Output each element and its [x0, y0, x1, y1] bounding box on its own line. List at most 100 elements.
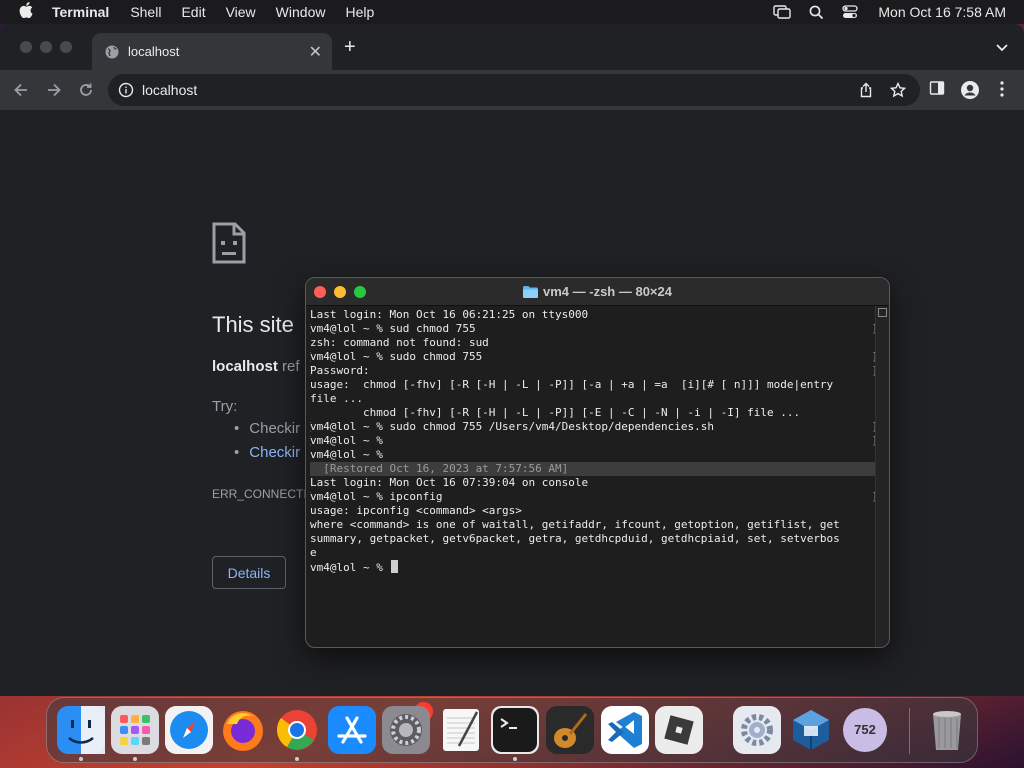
terminal-line: vm4@lol ~ % — [310, 448, 383, 461]
search-icon[interactable] — [809, 5, 824, 20]
terminal-line: Last login: Mon Oct 16 07:39:04 on conso… — [310, 476, 589, 489]
terminal-line: Last login: Mon Oct 16 06:21:25 on ttys0… — [310, 308, 589, 321]
vscode-icon[interactable] — [601, 706, 649, 754]
terminal-window-controls[interactable] — [314, 286, 366, 298]
terminal-line: vm4@lol ~ % ipconfig — [310, 490, 876, 504]
terminal-line: zsh: command not found: sud — [310, 336, 489, 349]
safari-icon[interactable] — [165, 706, 213, 754]
dock: 2 752 — [46, 697, 978, 763]
running-indicator — [295, 757, 299, 761]
system-settings-icon[interactable] — [382, 706, 430, 754]
menu-view[interactable]: View — [226, 4, 256, 20]
chrome-icon[interactable] — [273, 706, 321, 754]
terminal-icon[interactable] — [491, 706, 539, 754]
launchpad-icon[interactable] — [111, 706, 159, 754]
firefox-icon[interactable] — [219, 706, 267, 754]
terminal-line: vm4@lol ~ % sudo chmod 755 /Users/vm4/De… — [310, 420, 876, 434]
tab-strip: localhost ✕ + — [0, 24, 1024, 70]
browser-menu-icon[interactable] — [999, 80, 1005, 103]
terminal-title: vm4 — -zsh — 80×24 — [543, 284, 672, 299]
trash-icon[interactable] — [923, 706, 971, 754]
suggestion-link[interactable]: Checkir — [234, 444, 300, 468]
error-title: This site — [212, 312, 294, 337]
running-indicator — [133, 757, 137, 761]
close-window-icon[interactable] — [20, 41, 32, 53]
close-icon[interactable] — [314, 286, 326, 298]
terminal-line: usage: chmod [-fhv] [-R [-H | -L | -P]] … — [310, 378, 834, 391]
menu-shell[interactable]: Shell — [130, 4, 161, 20]
garageband-icon[interactable] — [546, 706, 594, 754]
error-subtitle-rest: ref — [277, 358, 300, 375]
globe-icon — [105, 45, 119, 58]
menu-window[interactable]: Window — [276, 4, 326, 20]
chevron-down-icon[interactable] — [996, 39, 1008, 57]
gear-utility-icon[interactable] — [733, 706, 781, 754]
terminal-prompt: vm4@lol ~ % — [310, 561, 390, 574]
error-subtitle: localhost ref — [212, 358, 300, 375]
finder-icon[interactable] — [57, 706, 105, 754]
minimize-icon[interactable] — [334, 286, 346, 298]
site-info-icon[interactable] — [118, 82, 134, 98]
terminal-scrollbar[interactable] — [875, 306, 889, 647]
control-center-icon[interactable] — [842, 5, 859, 19]
side-panel-icon[interactable] — [929, 80, 945, 101]
details-button[interactable]: Details — [212, 556, 286, 589]
zoom-icon[interactable] — [354, 286, 366, 298]
suggestion-item: Checkir — [234, 420, 300, 444]
scrollbar-corner-icon — [878, 308, 887, 317]
terminal-line: vm4@lol ~ % — [310, 434, 876, 448]
error-host: localhost — [212, 358, 278, 375]
counter-752-icon[interactable]: 752 — [841, 706, 889, 754]
counter-label: 752 — [854, 722, 876, 737]
back-icon[interactable] — [12, 81, 30, 99]
url-text: localhost — [142, 82, 198, 98]
terminal-line: e — [310, 546, 317, 559]
error-try-label: Try: — [212, 398, 238, 415]
screen-mirroring-icon[interactable] — [773, 5, 792, 19]
terminal-line: vm4@lol ~ % sud chmod 755 — [310, 322, 876, 336]
terminal-window[interactable]: vm4 — -zsh — 80×24 Last login: Mon Oct 1… — [305, 277, 890, 648]
profile-avatar-icon[interactable] — [960, 80, 980, 105]
close-tab-icon[interactable]: ✕ — [309, 42, 322, 62]
new-tab-icon[interactable]: + — [344, 36, 356, 59]
menu-bar: Terminal Shell Edit View Window Help Mon… — [0, 0, 1024, 24]
dock-separator — [909, 708, 910, 754]
zoom-window-icon[interactable] — [60, 41, 72, 53]
error-suggestions: Checkir Checkir — [234, 420, 300, 468]
terminal-output[interactable]: Last login: Mon Oct 16 06:21:25 on ttys0… — [310, 308, 876, 646]
folder-icon — [523, 285, 538, 298]
apple-icon[interactable] — [0, 1, 52, 23]
forward-icon[interactable] — [45, 81, 63, 99]
sad-page-icon — [212, 222, 246, 269]
menu-help[interactable]: Help — [345, 4, 374, 20]
address-bar[interactable]: localhost — [108, 74, 920, 106]
reload-icon[interactable] — [77, 81, 95, 99]
terminal-line: vm4@lol ~ % sudo chmod 755 — [310, 350, 876, 364]
bookmark-star-icon[interactable] — [889, 81, 907, 103]
terminal-line: summary, getpacket, getv6packet, getra, … — [310, 532, 840, 545]
menu-clock[interactable]: Mon Oct 16 7:58 AM — [878, 4, 1006, 20]
app-store-icon[interactable] — [328, 706, 376, 754]
terminal-line: Password: — [310, 364, 876, 378]
running-indicator — [79, 757, 83, 761]
menu-app-name[interactable]: Terminal — [52, 4, 109, 20]
running-indicator — [513, 757, 517, 761]
restored-session-banner: [Restored Oct 16, 2023 at 7:57:56 AM] — [310, 462, 876, 476]
terminal-line: usage: ipconfig <command> <args> — [310, 504, 522, 517]
tab-localhost[interactable]: localhost ✕ — [92, 33, 332, 70]
menu-edit[interactable]: Edit — [181, 4, 205, 20]
share-icon[interactable] — [858, 82, 874, 103]
terminal-line: chmod [-fhv] [-R [-H | -L | -P]] [-E | -… — [310, 406, 801, 419]
terminal-prompt-line[interactable]: vm4@lol ~ % — [310, 560, 876, 574]
roblox-icon[interactable] — [655, 706, 703, 754]
minimize-window-icon[interactable] — [40, 41, 52, 53]
browser-window-controls[interactable] — [20, 41, 72, 53]
text-cursor — [391, 560, 399, 573]
terminal-titlebar[interactable]: vm4 — -zsh — 80×24 — [306, 278, 889, 306]
terminal-line: file ... — [310, 392, 363, 405]
virtualbox-icon[interactable] — [787, 706, 835, 754]
error-code: ERR_CONNECTI — [212, 487, 307, 501]
browser-toolbar: localhost — [0, 70, 1024, 110]
textedit-icon[interactable] — [437, 706, 485, 754]
tab-title: localhost — [128, 44, 180, 59]
